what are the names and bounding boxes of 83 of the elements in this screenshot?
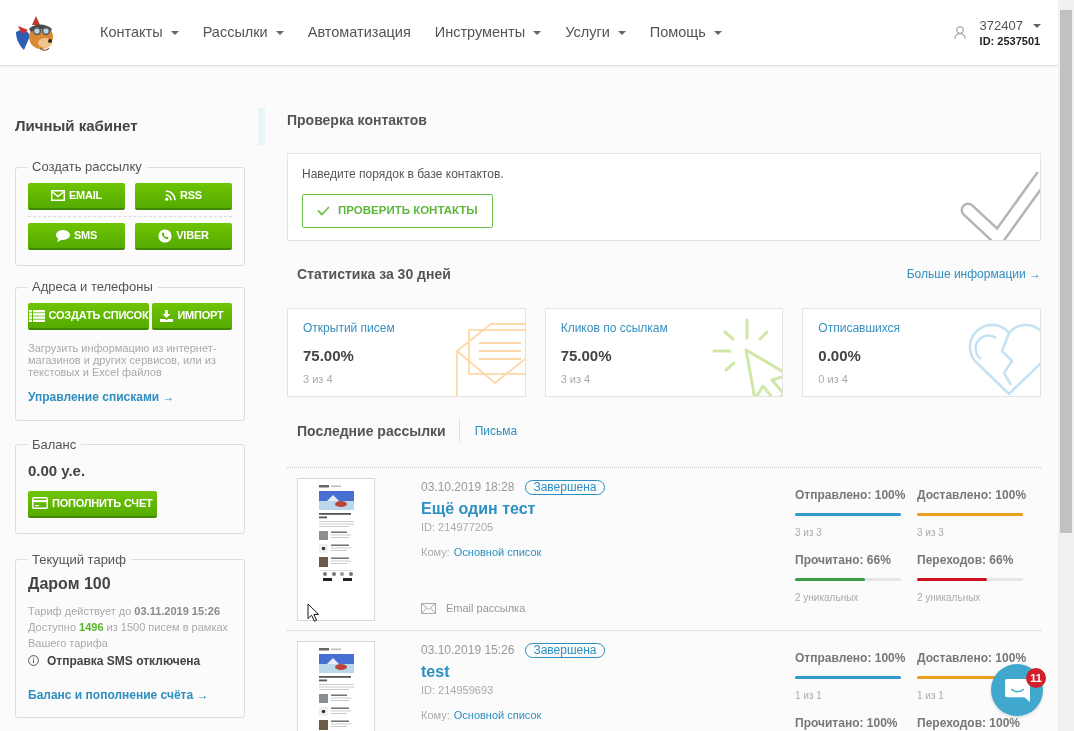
- sms-status-text: Отправка SMS отключена: [47, 652, 201, 669]
- recipients-link[interactable]: Основной список: [453, 544, 542, 560]
- stat-title-link[interactable]: Кликов по ссылкам: [560, 320, 668, 336]
- balance-link[interactable]: Баланс и пополнение счёта →: [28, 686, 209, 703]
- campaign-id: ID: 214959693: [421, 683, 494, 697]
- list-icon: [28, 309, 45, 322]
- stat-title-link[interactable]: Отписавшихся: [818, 320, 901, 336]
- stat-title-link[interactable]: Открытий писем: [303, 320, 395, 336]
- stat-detail: 0 из 4: [818, 372, 848, 386]
- envelope-icon: [454, 321, 525, 396]
- recipients-link[interactable]: Основной список: [453, 707, 542, 723]
- nav-menu-item[interactable]: Контакты: [100, 21, 179, 44]
- info-icon: [28, 655, 39, 666]
- stat-value: 75.00%: [303, 346, 354, 366]
- campaign-id: ID: 214977205: [421, 520, 494, 534]
- section-title: Последние рассылки: [297, 421, 446, 440]
- section-title: Проверка контактов: [287, 111, 428, 129]
- panel-legend: Адреса и телефоны: [27, 279, 158, 295]
- campaign-type: Email рассылка: [446, 601, 526, 616]
- sidebar-title: Личный кабинет: [15, 116, 139, 136]
- envelope-icon: [421, 602, 436, 614]
- check-description: Наведите порядок в базе контактов.: [302, 166, 505, 182]
- nav-menu-item[interactable]: Рассылки: [202, 21, 284, 44]
- envelope-icon: [50, 190, 65, 201]
- nav-menu-item[interactable]: Инструменты: [434, 21, 542, 44]
- scrollbar-thumb[interactable]: [1060, 10, 1072, 533]
- check-icon: [317, 206, 330, 216]
- action-button[interactable]: RSS: [135, 183, 232, 210]
- action-button[interactable]: EMAIL: [28, 183, 125, 210]
- metric-detail: 3 из 3: [917, 527, 945, 539]
- phone-bubble-icon: [158, 228, 173, 243]
- tariff-name: Даром 100: [28, 573, 112, 594]
- download-icon: [160, 309, 174, 322]
- campaign-title-link[interactable]: test: [421, 662, 450, 682]
- tariff-quota-text: Доступно 1496 из 1500 писем в рамках Вашего тарифа: [28, 619, 230, 651]
- speech-bubble-icon: [55, 229, 70, 242]
- recipients-label: Кому:: [421, 545, 450, 560]
- metric-detail: 3 из 3: [795, 527, 823, 539]
- metric-label: Прочитано: 66%: [795, 554, 892, 566]
- campaign-title-link[interactable]: Ещё один тест: [421, 499, 536, 519]
- section-title: Статистика за 30 дней: [297, 265, 451, 283]
- metric-detail: 1 из 1: [917, 690, 945, 702]
- metric-detail: 2 уникальных: [917, 592, 982, 604]
- campaign-date: 03.10.2019 18:28: [421, 479, 515, 495]
- broken-heart-icon: [966, 321, 1040, 396]
- stat-detail: 3 из 4: [560, 372, 591, 386]
- cursor-click-icon: [711, 317, 783, 396]
- credit-card-icon: [32, 497, 48, 509]
- stat-value: 0.00%: [818, 346, 861, 366]
- rss-icon: [165, 190, 176, 201]
- manage-lists-link[interactable]: Управление списками →: [28, 390, 175, 404]
- metric-detail: 2 уникальных: [795, 592, 860, 604]
- action-button[interactable]: СОЗДАТЬ СПИСОК: [28, 303, 149, 330]
- user-icon[interactable]: [953, 26, 966, 39]
- action-button[interactable]: SMS: [28, 223, 125, 250]
- action-button[interactable]: ИМПОРТ: [152, 303, 232, 330]
- account-id: ID: 2537501: [979, 33, 1041, 48]
- chat-bubble-icon: [1004, 678, 1030, 702]
- panel-legend: Баланс: [27, 436, 82, 453]
- stat-detail: 3 из 4: [303, 372, 333, 386]
- metric-label: Прочитано: 100%: [795, 717, 899, 729]
- mouse-pointer-icon: [307, 603, 320, 622]
- campaign-date: 03.10.2019 15:26: [421, 642, 515, 658]
- stat-value: 75.00%: [560, 346, 612, 366]
- panel-legend: Создать рассылку: [27, 159, 147, 175]
- action-button[interactable]: VIBER: [135, 223, 232, 250]
- scrollbar[interactable]: [1058, 0, 1074, 731]
- nav-menu-item[interactable]: Услуги: [565, 21, 626, 44]
- panel-legend: Текущий тариф: [27, 551, 131, 568]
- tariff-validity-text: Тариф действует до 03.11.2019 15:26: [28, 603, 221, 619]
- nav-menu-item[interactable]: Помощь: [649, 21, 722, 44]
- account-menu[interactable]: 372407: [979, 17, 1041, 34]
- letters-link[interactable]: Письма: [474, 421, 518, 440]
- metric-label: Переходов: 66%: [917, 554, 1015, 566]
- metric-detail: 1 из 1: [795, 690, 823, 702]
- action-button[interactable]: ПОПОЛНИТЬ СЧЕТ: [28, 490, 157, 518]
- nav-menu-item[interactable]: Автоматизация: [307, 21, 411, 44]
- balance-amount: 0.00 у.е.: [28, 460, 87, 481]
- metric-label: Переходов: 100%: [917, 717, 1022, 729]
- check-contacts-button[interactable]: ПРОВЕРИТЬ КОНТАКТЫ: [302, 194, 493, 228]
- recipients-label: Кому:: [421, 708, 450, 723]
- more-info-link[interactable]: Больше информации →: [906, 265, 1041, 283]
- help-text: Загрузить информацию из интернет-магазинов и других сервисов, или из текстовых и Excel файлов: [28, 342, 218, 378]
